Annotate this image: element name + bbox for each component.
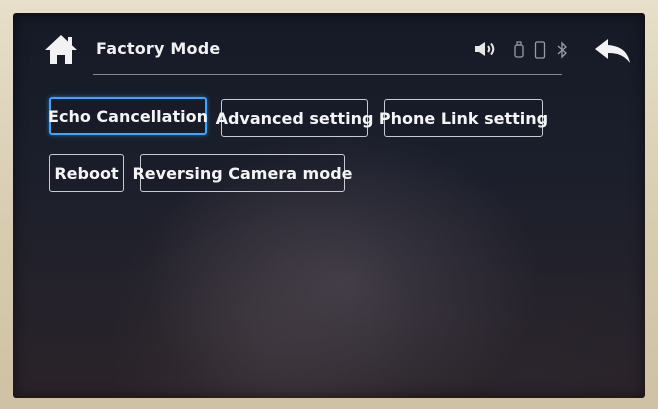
back-arrow-icon[interactable] [593, 37, 633, 65]
header-divider [93, 74, 562, 75]
reboot-button[interactable]: Reboot [49, 154, 124, 192]
bluetooth-icon [557, 41, 567, 59]
page-title: Factory Mode [96, 39, 221, 58]
echo-cancellation-button[interactable]: Echo Cancellation [48, 97, 208, 135]
phone-link-setting-button[interactable]: Phone Link setting [379, 99, 548, 137]
phone-icon [534, 41, 546, 59]
reversing-camera-mode-button[interactable]: Reversing Camera mode [132, 154, 353, 192]
volume-icon [475, 42, 495, 56]
usb-icon [514, 41, 524, 58]
screen: Factory Mode Echo Cancellation Advanced … [13, 13, 645, 398]
advanced-setting-button[interactable]: Advanced setting [216, 99, 373, 137]
top-bar: Factory Mode [13, 13, 645, 75]
home-icon[interactable] [43, 33, 79, 66]
